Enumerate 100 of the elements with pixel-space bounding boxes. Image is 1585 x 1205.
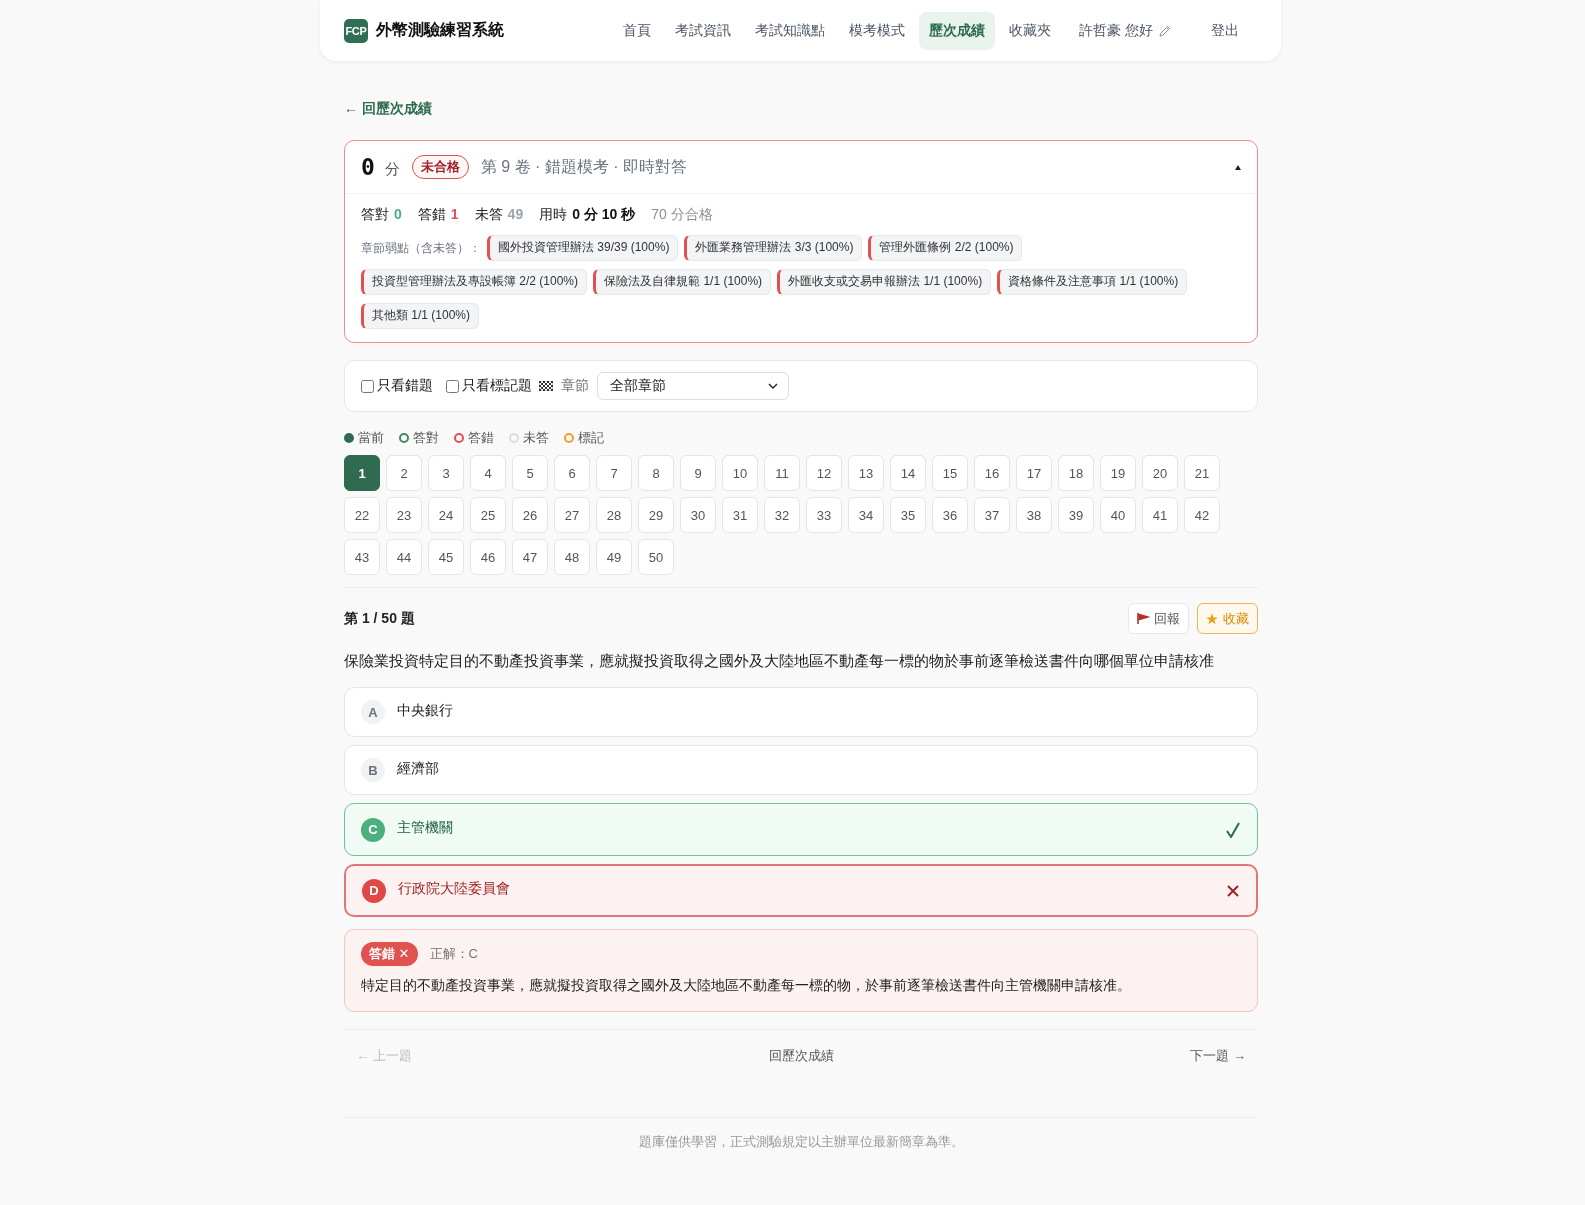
stat-label: 答錯 xyxy=(417,206,446,224)
checkbox-label[interactable]: 只看錯題 xyxy=(377,377,433,395)
question-number-button[interactable]: 40 xyxy=(1100,497,1136,533)
option-letter: A xyxy=(361,700,385,724)
legend-label: 答對 xyxy=(413,429,439,447)
chapter-tag: 外匯業務管理辦法 3/3 (100%) xyxy=(684,235,863,261)
chapter-tag: 投資型管理辦法及專設帳簿 2/2 (100%) xyxy=(361,269,588,295)
question-number-button[interactable]: 41 xyxy=(1142,497,1178,533)
question-number-button[interactable]: 31 xyxy=(722,497,758,533)
pass-mark-text: 70 分合格 xyxy=(651,206,713,224)
question-number-button[interactable]: 13 xyxy=(848,455,884,491)
question-number-button[interactable]: 2 xyxy=(386,455,422,491)
stat-value: 49 xyxy=(507,206,524,224)
question-number-button[interactable]: 9 xyxy=(680,455,716,491)
nav-tab[interactable]: 歷次成績 xyxy=(919,11,996,50)
question-number-button[interactable]: 24 xyxy=(428,497,464,533)
legend-label: 標記 xyxy=(578,429,604,447)
exam-title: 第 9 卷 · 錯題模考 · 即時對答 xyxy=(480,156,688,177)
user-greeting[interactable]: 許哲豪 您好 xyxy=(1075,11,1175,50)
score-unit: 分 xyxy=(384,159,400,179)
question-number-button[interactable]: 3 xyxy=(428,455,464,491)
nav-tab[interactable]: 收藏夾 xyxy=(999,11,1062,50)
back-link[interactable]: ← 回歷次成績 xyxy=(344,100,432,118)
nav-tab[interactable]: 考試資訊 xyxy=(665,11,742,50)
question-number-button[interactable]: 42 xyxy=(1184,497,1220,533)
question-number-button[interactable]: 15 xyxy=(932,455,968,491)
question-number-button[interactable]: 1 xyxy=(344,455,380,491)
question-number-button[interactable]: 17 xyxy=(1016,455,1052,491)
caret-icon[interactable] xyxy=(1235,164,1241,170)
nav-tab[interactable]: 首頁 xyxy=(613,11,662,50)
question-number-button[interactable]: 7 xyxy=(596,455,632,491)
option-text: 行政院大陸委員會 xyxy=(398,880,510,898)
next-question-link[interactable]: 下一題 → xyxy=(1190,1047,1246,1065)
question-number-button[interactable]: 48 xyxy=(554,539,590,575)
question-number-button[interactable]: 30 xyxy=(680,497,716,533)
question-number-button[interactable]: 28 xyxy=(596,497,632,533)
stat-label: 未答 xyxy=(474,206,503,224)
question-number-button[interactable]: 43 xyxy=(344,539,380,575)
question-number-button[interactable]: 12 xyxy=(806,455,842,491)
filter-checkbox[interactable] xyxy=(361,379,374,393)
option-text: 中央銀行 xyxy=(397,701,453,720)
question-number-button[interactable]: 6 xyxy=(554,455,590,491)
question-number-button[interactable]: 5 xyxy=(512,455,548,491)
question-number-button[interactable]: 8 xyxy=(638,455,674,491)
question-number-button[interactable]: 47 xyxy=(512,539,548,575)
question-text: 保險業投資特定目的不動產投資事業，應就擬投資取得之國外及大陸地區不動產每一標的物於事前逐筆檢送書件向哪個單位申請核准 xyxy=(344,651,1215,671)
chapter-label: 章節 xyxy=(561,377,589,395)
question-number-button[interactable]: 39 xyxy=(1058,497,1094,533)
question-number-button[interactable]: 44 xyxy=(386,539,422,575)
chapter-tag: 其他類 1/1 (100%) xyxy=(361,303,480,329)
answer-option[interactable]: C 主管機關 xyxy=(344,803,1258,856)
nav-tab[interactable]: 考試知識點 xyxy=(745,11,836,50)
question-number-button[interactable]: 46 xyxy=(470,539,506,575)
question-number-button[interactable]: 10 xyxy=(722,455,758,491)
question-number-button[interactable]: 4 xyxy=(470,455,506,491)
answer-option[interactable]: B 經濟部 xyxy=(344,745,1258,795)
question-number-button[interactable]: 38 xyxy=(1016,497,1052,533)
back-to-history-link[interactable]: 回歷次成績 xyxy=(768,1047,834,1065)
question-number-button[interactable]: 29 xyxy=(638,497,674,533)
weak-points-label: 章節弱點（含未答）： xyxy=(361,239,481,257)
question-number-button[interactable]: 50 xyxy=(638,539,674,575)
legend-label: 未答 xyxy=(523,429,549,447)
question-counter: 第 1 / 50 題 xyxy=(344,609,415,628)
question-number-button[interactable]: 18 xyxy=(1058,455,1094,491)
score-value: 0 xyxy=(361,154,375,180)
question-number-button[interactable]: 35 xyxy=(890,497,926,533)
chapter-tag: 管理外匯條例 2/2 (100%) xyxy=(868,235,1023,261)
question-number-button[interactable]: 26 xyxy=(512,497,548,533)
question-number-button[interactable]: 33 xyxy=(806,497,842,533)
question-number-button[interactable]: 34 xyxy=(848,497,884,533)
logo-badge: FCP xyxy=(344,18,368,43)
pencil-icon xyxy=(1159,24,1171,37)
answer-option[interactable]: A 中央銀行 xyxy=(344,687,1258,737)
question-number-button[interactable]: 21 xyxy=(1184,455,1220,491)
filter-checkbox[interactable] xyxy=(446,379,459,393)
question-number-button[interactable]: 11 xyxy=(764,455,800,491)
app-title: 外幣測驗練習系統 xyxy=(376,20,504,40)
question-number-button[interactable]: 20 xyxy=(1142,455,1178,491)
question-number-button[interactable]: 49 xyxy=(596,539,632,575)
question-number-button[interactable]: 32 xyxy=(764,497,800,533)
question-number-button[interactable]: 16 xyxy=(974,455,1010,491)
footer-note: 題庫僅供學習，正式測驗規定以主辦單位最新簡章為準。 xyxy=(637,1134,965,1151)
question-number-button[interactable]: 14 xyxy=(890,455,926,491)
question-number-button[interactable]: 37 xyxy=(974,497,1010,533)
report-button[interactable]: 回報 xyxy=(1128,603,1189,634)
question-number-button[interactable]: 22 xyxy=(344,497,380,533)
question-number-button[interactable]: 27 xyxy=(554,497,590,533)
question-number-button[interactable]: 23 xyxy=(386,497,422,533)
question-number-button[interactable]: 19 xyxy=(1100,455,1136,491)
nav-tab[interactable]: 模考模式 xyxy=(839,11,916,50)
stat-value: 1 xyxy=(450,206,459,224)
checkbox-label[interactable]: 只看標記題 xyxy=(462,377,532,395)
answer-option[interactable]: D 行政院大陸委員會 xyxy=(344,864,1258,917)
question-number-button[interactable]: 45 xyxy=(428,539,464,575)
chapter-select[interactable]: 全部章節 xyxy=(597,372,789,400)
verdict-badge: 答錯 ✕ xyxy=(361,942,418,966)
option-text: 經濟部 xyxy=(397,759,439,778)
question-number-button[interactable]: 25 xyxy=(470,497,506,533)
question-number-button[interactable]: 36 xyxy=(932,497,968,533)
logout-link[interactable]: 登出 xyxy=(1201,11,1249,50)
